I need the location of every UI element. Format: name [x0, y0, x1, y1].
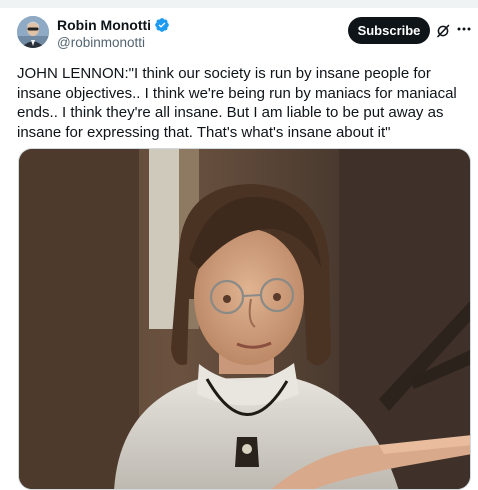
- subscribe-button[interactable]: Subscribe: [348, 17, 430, 44]
- author-name[interactable]: Robin Monotti: [57, 17, 151, 33]
- verified-badge-icon[interactable]: [154, 17, 170, 33]
- top-divider: [0, 0, 478, 8]
- author-handle[interactable]: @robinmonotti: [57, 35, 170, 50]
- grok-icon[interactable]: [436, 24, 450, 38]
- tweet-media-video[interactable]: [18, 148, 471, 490]
- video-frame-image: [19, 149, 470, 489]
- author-name-row: Robin Monotti: [57, 16, 170, 34]
- avatar[interactable]: [17, 16, 49, 48]
- post: Robin Monotti @robinmonotti Subscribe JO…: [0, 8, 478, 490]
- more-icon[interactable]: [456, 21, 472, 37]
- author-block: Robin Monotti @robinmonotti: [57, 16, 170, 50]
- tweet-text: JOHN LENNON:"I think our society is run …: [17, 65, 457, 141]
